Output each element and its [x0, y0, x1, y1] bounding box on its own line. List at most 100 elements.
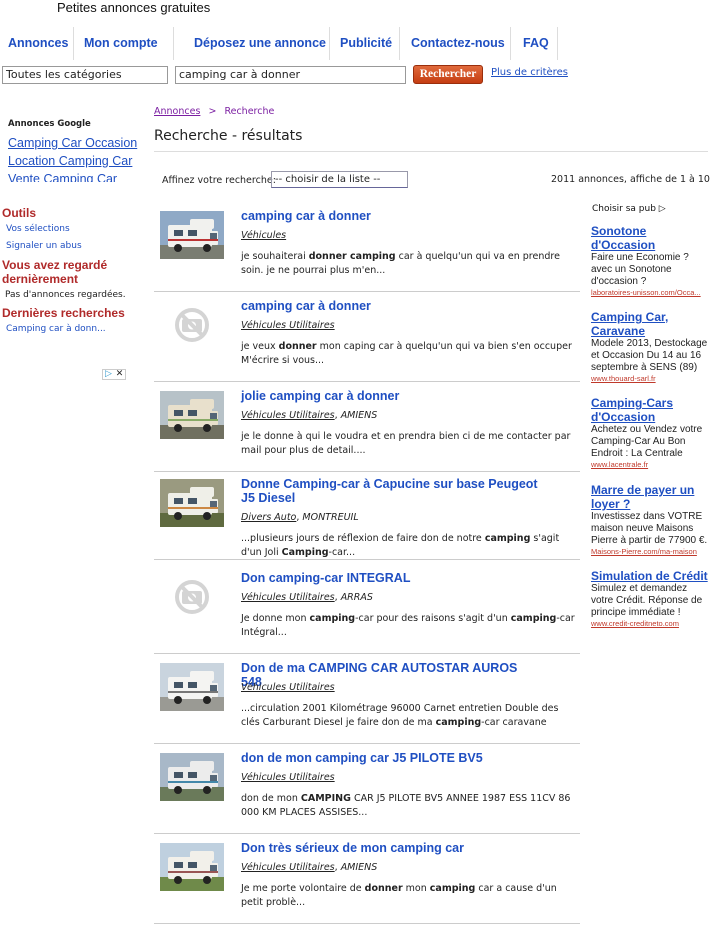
- breadcrumb-separator: >: [208, 106, 217, 117]
- nav-deposez-annonce[interactable]: Déposez une annonce: [174, 27, 330, 60]
- right-ad: Sonotone d'Occasion Faire une Economie ?…: [591, 224, 709, 297]
- result-description: je le donne à qui le voudra et en prendr…: [241, 430, 579, 458]
- search-button[interactable]: Rechercher: [413, 65, 483, 84]
- right-ad-url[interactable]: www.lacentrale.fr: [591, 460, 709, 469]
- result-item: Don très sérieux de mon camping car Véhic…: [154, 836, 580, 924]
- right-ad-title[interactable]: Camping-Cars d'Occasion: [591, 396, 709, 424]
- result-category: Véhicules Utilitaires, AMIENS: [241, 862, 377, 873]
- right-ad-url[interactable]: www.credit-creditneto.com: [591, 619, 709, 628]
- result-category-link[interactable]: Véhicules Utilitaires: [241, 410, 335, 421]
- nav-contactez-nous[interactable]: Contactez-nous: [400, 27, 511, 60]
- no-photo-icon[interactable]: [160, 301, 224, 349]
- description-text: Je me porte volontaire de: [241, 883, 365, 894]
- result-count: 2011 annonces, affiche de 1 à 10: [551, 174, 710, 185]
- result-category-link[interactable]: Véhicules Utilitaires: [241, 862, 335, 873]
- result-title-link[interactable]: Don camping-car INTEGRAL: [241, 571, 541, 585]
- right-ad-body: Achetez ou Vendez votre Camping-Car Au B…: [591, 424, 703, 459]
- breadcrumb-current: Recherche: [224, 106, 275, 117]
- search-bar: Toutes les catégories camping car à donn…: [0, 64, 710, 88]
- result-city: MONTREUIL: [302, 512, 359, 523]
- ad-link-location-camping-car[interactable]: Location Camping Car: [8, 154, 132, 168]
- result-item: don de mon camping car J5 PILOTE BV5 Véhi…: [154, 746, 580, 834]
- result-thumbnail[interactable]: [160, 391, 224, 439]
- result-category-link[interactable]: Véhicules Utilitaires: [241, 682, 335, 693]
- result-description: Je donne mon camping-car pour des raison…: [241, 612, 579, 640]
- breadcrumb-home-link[interactable]: Annonces: [154, 106, 200, 117]
- my-selections-link[interactable]: Vos sélections: [6, 224, 70, 234]
- result-category-link[interactable]: Véhicules: [241, 230, 286, 241]
- right-ad-title[interactable]: Sonotone d'Occasion: [591, 224, 709, 252]
- recent-searches-heading: Dernières recherches: [2, 306, 125, 320]
- result-description: je veux donner mon caping car à quelqu'u…: [241, 340, 579, 368]
- result-category: Véhicules Utilitaires: [241, 682, 335, 693]
- result-category: Véhicules: [241, 230, 286, 241]
- description-text: je veux: [241, 341, 279, 352]
- result-category-link[interactable]: Véhicules Utilitaires: [241, 320, 335, 331]
- highlighted-term: Camping: [281, 547, 329, 558]
- right-ad-title[interactable]: Camping Car, Caravane: [591, 310, 709, 338]
- adchoices-icon[interactable]: ▷: [103, 370, 114, 379]
- result-category-link[interactable]: Véhicules Utilitaires: [241, 592, 335, 603]
- more-criteria-link[interactable]: Plus de critères: [491, 67, 568, 78]
- recently-viewed-empty: Pas d'annonces regardées.: [5, 290, 126, 300]
- right-ad-body: Simulez et demandez votre Crédit. Répons…: [591, 583, 703, 618]
- no-photo-icon[interactable]: [160, 573, 224, 621]
- right-ad-title[interactable]: Simulation de Crédit: [591, 569, 709, 583]
- result-description: Je me porte volontaire de donner mon cam…: [241, 882, 579, 910]
- result-title-link[interactable]: camping car à donner: [241, 299, 541, 313]
- result-city: AMIENS: [340, 410, 378, 421]
- result-category: Véhicules Utilitaires, ARRAS: [241, 592, 373, 603]
- nav-publicite[interactable]: Publicité: [330, 27, 400, 60]
- result-category-link[interactable]: Divers Auto: [241, 512, 296, 523]
- ad-link-camping-car-occasion[interactable]: Camping Car Occasion: [8, 136, 137, 150]
- ad-link-vente-camping-car[interactable]: Vente Camping Car: [8, 172, 117, 182]
- result-thumbnail[interactable]: [160, 479, 224, 527]
- recently-viewed-heading: Vous avez regardé dernièrement: [2, 258, 108, 286]
- highlighted-term: CAMPING: [300, 793, 351, 804]
- result-city: AMIENS: [340, 862, 378, 873]
- result-thumbnail[interactable]: [160, 753, 224, 801]
- right-ad-url[interactable]: Maisons-Pierre.com/ma-maison: [591, 547, 709, 556]
- result-category-link[interactable]: Véhicules Utilitaires: [241, 772, 335, 783]
- main-navigation: Annonces Mon compte Déposez une annonce …: [0, 27, 560, 60]
- result-item: Donne Camping-car à Capucine sur base Pe…: [154, 472, 580, 560]
- right-ad: Camping Car, Caravane Modele 2013, Desto…: [591, 310, 709, 383]
- right-ad-title[interactable]: Marre de payer un loyer ?: [591, 483, 709, 511]
- right-ad: Marre de payer un loyer ? Investissez da…: [591, 483, 709, 556]
- result-title-link[interactable]: Donne Camping-car à Capucine sur base Pe…: [241, 477, 541, 505]
- adchoices-box[interactable]: ▷ ✕: [102, 369, 126, 380]
- report-abuse-link[interactable]: Signaler un abus: [6, 241, 82, 251]
- right-ad: Simulation de Crédit Simulez et demandez…: [591, 569, 709, 628]
- recent-search-link[interactable]: Camping car à donn...: [6, 324, 106, 334]
- category-select[interactable]: Toutes les catégories: [2, 66, 168, 84]
- highlighted-term: camping: [435, 717, 482, 728]
- result-title-link[interactable]: camping car à donner: [241, 209, 541, 223]
- refine-select[interactable]: -- choisir de la liste --: [271, 171, 408, 188]
- right-ad-url[interactable]: www.thouard-sarl.fr: [591, 374, 709, 383]
- result-thumbnail[interactable]: [160, 211, 224, 259]
- page-title: Recherche - résultats: [154, 128, 303, 144]
- choose-ad-label[interactable]: Choisir sa pub ▷: [592, 204, 666, 214]
- result-item: Don de ma CAMPING CAR AUTOSTAR AUROS 548…: [154, 656, 580, 744]
- google-ads-label: Annonces Google: [8, 119, 91, 129]
- description-text: -car caravane: [481, 717, 547, 728]
- result-description: ...plusieurs jours de réflexion de faire…: [241, 532, 579, 560]
- result-title-link[interactable]: jolie camping car à donner: [241, 389, 541, 403]
- nav-faq[interactable]: FAQ: [511, 27, 558, 60]
- nav-mon-compte[interactable]: Mon compte: [74, 27, 174, 60]
- result-thumbnail[interactable]: [160, 843, 224, 891]
- result-title-link[interactable]: Don très sérieux de mon camping car: [241, 841, 541, 855]
- result-category: Véhicules Utilitaires: [241, 772, 335, 783]
- result-category: Divers Auto, MONTREUIL: [241, 512, 359, 523]
- right-ad-url[interactable]: laboratoires-unisson.com/Occa...: [591, 288, 709, 297]
- result-title-link[interactable]: don de mon camping car J5 PILOTE BV5: [241, 751, 541, 765]
- search-input[interactable]: camping car à donner: [175, 66, 406, 84]
- description-text: je le donne à qui le voudra et en prendr…: [241, 431, 571, 456]
- highlighted-term: donner camping: [308, 251, 396, 262]
- result-thumbnail[interactable]: [160, 663, 224, 711]
- close-icon[interactable]: ✕: [114, 370, 125, 379]
- result-description: ...circulation 2001 Kilométrage 96000 Ca…: [241, 702, 579, 730]
- description-text: je souhaiterai: [241, 251, 309, 262]
- highlighted-term: donner: [278, 341, 317, 352]
- nav-annonces[interactable]: Annonces: [0, 27, 74, 60]
